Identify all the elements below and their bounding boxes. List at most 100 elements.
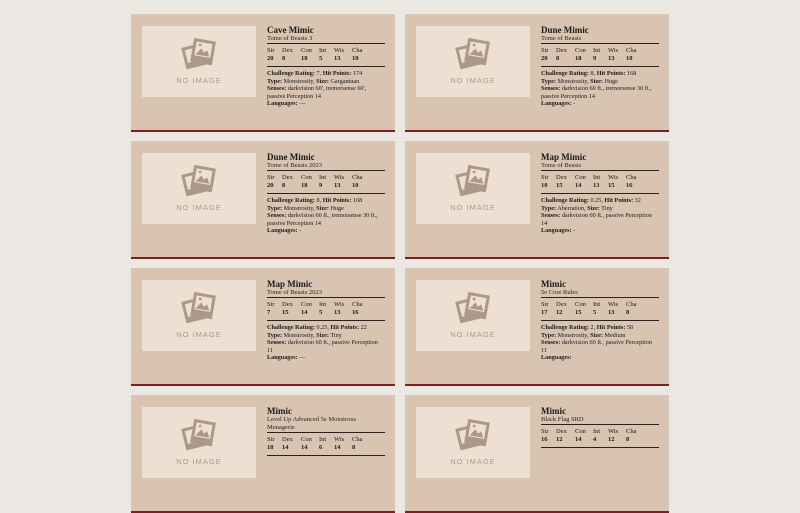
ability-label: Str (267, 301, 275, 308)
ability-value: 16 (352, 309, 359, 316)
monster-card[interactable]: NO IMAGE Cave Mimic Tome of Beasts 3 Str… (131, 14, 395, 132)
no-image-label: NO IMAGE (450, 203, 496, 212)
monster-name[interactable]: Dune Mimic (541, 25, 659, 35)
monster-info: Cave Mimic Tome of Beasts 3 Str Dex Con Int… (267, 25, 385, 108)
ability-value: 17 (541, 309, 548, 316)
ability-scores: Str Dex Con Int Wis Cha 7 15 14 5 13 16 (267, 301, 385, 317)
monster-card[interactable]: NO IMAGE Map Mimic Tome of Beasts 2023 S… (131, 268, 395, 386)
monster-details: Challenge Rating: 8, Hit Points: 168 Typ… (267, 197, 385, 235)
monster-name[interactable]: Mimic (541, 279, 659, 289)
ability-label: Cha (352, 436, 363, 443)
monster-name[interactable]: Dune Mimic (267, 152, 385, 162)
ability-value: 8 (282, 182, 286, 189)
ability-value: 15 (282, 309, 289, 316)
monster-image-placeholder: NO IMAGE (142, 153, 256, 224)
ability-label: Dex (556, 47, 567, 54)
ability-value: 14 (334, 444, 341, 451)
ability-label: Int (319, 301, 327, 308)
ability-value: 4 (593, 436, 597, 443)
divider (541, 43, 659, 44)
ability-scores: Str Dex Con Int Wis Cha 10 15 14 13 15 16 (541, 174, 659, 190)
ability-label: Wis (608, 174, 619, 181)
challenge-rating-line: Challenge Rating: 8, Hit Points: 168 (267, 197, 363, 204)
monster-name[interactable]: Mimic (267, 406, 385, 416)
ability-value: 5 (319, 55, 323, 62)
senses-line: Senses: darkvision 60 ft., passive Perce… (541, 212, 652, 227)
type-line: Type: Monstrosity, Size: Huge (541, 77, 618, 85)
ability-label: Dex (556, 428, 567, 435)
ability-label: Con (301, 436, 312, 443)
ability-label: Con (301, 301, 312, 308)
ability-label: Str (541, 174, 549, 181)
ability-label: Cha (626, 428, 637, 435)
ability-label: Con (301, 174, 312, 181)
ability-scores: Str Dex Con Int Wis Cha 17 12 15 5 13 8 (541, 301, 659, 317)
no-image-label: NO IMAGE (176, 203, 222, 212)
languages-line: Languages: — (267, 354, 306, 362)
ability-value: 13 (334, 309, 341, 316)
ability-label: Dex (282, 301, 293, 308)
ability-label: Str (267, 174, 275, 181)
ability-label: Wis (334, 174, 345, 181)
no-image-icon (455, 164, 490, 197)
ability-label: Dex (282, 436, 293, 443)
monster-card[interactable]: NO IMAGE Dune Mimic Tome of Beasts 2023 … (131, 141, 395, 259)
monster-info: Mimic 5e Core Rules Str Dex Con Int Wis Cha 17… (541, 279, 659, 362)
divider (541, 170, 659, 171)
monster-info: Mimic Level Up Advanced 5e Monstrous Men… (267, 406, 385, 456)
ability-value: 13 (334, 182, 341, 189)
divider (541, 424, 659, 425)
languages-line: Languages: (541, 354, 572, 362)
ability-label: Wis (608, 47, 619, 54)
monster-name[interactable]: Mimic (541, 406, 659, 416)
ability-value: 8 (556, 55, 560, 62)
ability-label: Int (593, 47, 601, 54)
ability-label: Str (267, 436, 275, 443)
ability-value: 18 (575, 55, 582, 62)
monster-image-placeholder: NO IMAGE (416, 26, 530, 97)
ability-value: 10 (626, 55, 633, 62)
divider (541, 193, 659, 194)
monster-details: Challenge Rating: 0.25, Hit Points: 32 T… (541, 197, 659, 235)
monster-info: Dune Mimic Tome of Beasts Str Dex Con Int Wi… (541, 25, 659, 108)
monster-card[interactable]: NO IMAGE Mimic 5e Core Rules Str Dex Con In… (405, 268, 669, 386)
ability-label: Dex (282, 47, 293, 54)
monster-info: Mimic Black Flag SRD Str Dex Con Int Wis Cha 1… (541, 406, 659, 448)
monster-card[interactable]: NO IMAGE Mimic Black Flag SRD Str Dex Con I… (405, 395, 669, 513)
ability-value: 12 (556, 436, 563, 443)
ability-value: 20 (267, 182, 274, 189)
monster-image-placeholder: NO IMAGE (416, 280, 530, 351)
ability-value: 14 (301, 309, 308, 316)
ability-value: 16 (626, 182, 633, 189)
monster-card[interactable]: NO IMAGE Dune Mimic Tome of Beasts Str De… (405, 14, 669, 132)
ability-label: Int (593, 174, 601, 181)
ability-label: Con (575, 47, 586, 54)
type-line: Type: Aberration, Size: Tiny (541, 204, 613, 212)
monster-name[interactable]: Map Mimic (541, 152, 659, 162)
ability-label: Con (301, 47, 312, 54)
monster-image-placeholder: NO IMAGE (416, 153, 530, 224)
challenge-rating-line: Challenge Rating: 8, Hit Points: 168 (541, 70, 637, 77)
no-image-label: NO IMAGE (176, 457, 222, 466)
ability-label: Cha (352, 174, 363, 181)
ability-label: Str (267, 47, 275, 54)
ability-value: 14 (301, 444, 308, 451)
no-image-icon (181, 291, 216, 324)
ability-scores: Str Dex Con Int Wis Cha 20 8 18 9 13 10 (267, 174, 385, 190)
divider (267, 320, 385, 321)
ability-label: Con (575, 174, 586, 181)
challenge-rating-line: Challenge Rating: 0.25, Hit Points: 22 (267, 324, 367, 331)
challenge-rating-line: Challenge Rating: 0.25, Hit Points: 32 (541, 197, 641, 204)
ability-value: 18 (301, 55, 308, 62)
ability-value: 9 (593, 55, 597, 62)
ability-value: 8 (352, 444, 356, 451)
no-image-icon (455, 291, 490, 324)
monster-card[interactable]: NO IMAGE Mimic Level Up Advanced 5e Mons… (131, 395, 395, 513)
ability-value: 9 (319, 182, 323, 189)
monster-card[interactable]: NO IMAGE Map Mimic Tome of Beasts Str Dex… (405, 141, 669, 259)
no-image-label: NO IMAGE (450, 457, 496, 466)
monster-name[interactable]: Cave Mimic (267, 25, 385, 35)
ability-value: 20 (267, 55, 274, 62)
monster-name[interactable]: Map Mimic (267, 279, 385, 289)
monster-info: Dune Mimic Tome of Beasts 2023 Str Dex Con… (267, 152, 385, 235)
